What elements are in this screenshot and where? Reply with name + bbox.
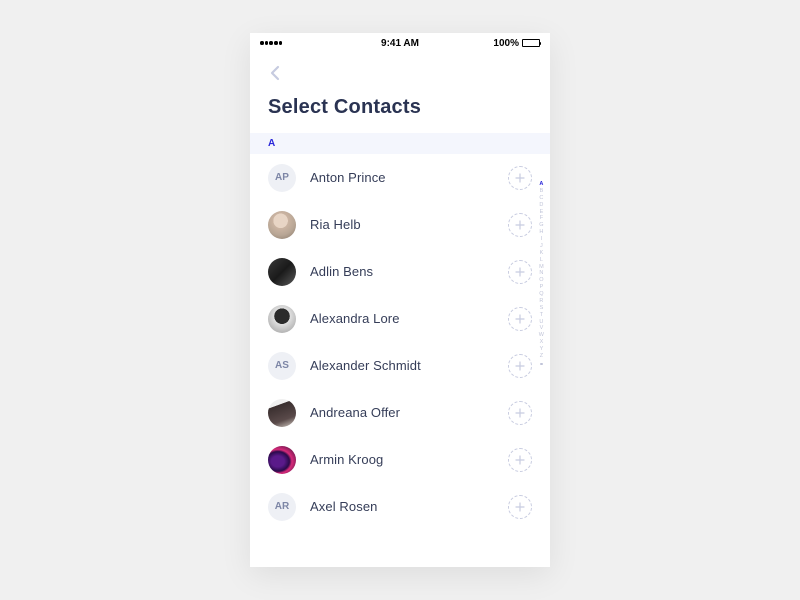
index-letter[interactable]: F	[540, 215, 543, 222]
plus-icon	[515, 361, 525, 371]
add-contact-button[interactable]	[508, 448, 532, 472]
contact-row[interactable]: AS Alexander Schmidt	[268, 342, 532, 389]
index-letter[interactable]: L	[540, 257, 543, 264]
plus-icon	[515, 314, 525, 324]
contact-name: Andreana Offer	[310, 405, 494, 420]
avatar: AP	[268, 164, 296, 192]
index-letter[interactable]: J	[540, 243, 543, 250]
index-letter[interactable]: Q	[539, 291, 543, 298]
contact-name: Alexandra Lore	[310, 311, 494, 326]
avatar	[268, 305, 296, 333]
contact-row[interactable]: Andreana Offer	[268, 389, 532, 436]
add-contact-button[interactable]	[508, 260, 532, 284]
index-letter[interactable]: R	[539, 298, 543, 305]
index-letter[interactable]: Y	[540, 346, 544, 353]
contact-row[interactable]: AR Axel Rosen	[268, 483, 532, 530]
index-letter[interactable]: I	[541, 236, 543, 243]
contact-name: Adlin Bens	[310, 264, 494, 279]
add-contact-button[interactable]	[508, 354, 532, 378]
contacts-list: APAnton PrinceRia HelbAdlin BensAlexandr…	[250, 154, 550, 530]
contact-row[interactable]: Armin Kroog	[268, 436, 532, 483]
index-letter[interactable]: D	[539, 202, 543, 209]
plus-icon	[515, 408, 525, 418]
plus-icon	[515, 267, 525, 277]
contact-name: Armin Kroog	[310, 452, 494, 467]
index-letter[interactable]: W	[539, 332, 544, 339]
index-letter[interactable]: P	[540, 284, 544, 291]
index-letter[interactable]: A	[539, 181, 543, 188]
index-letter[interactable]: E	[540, 209, 544, 216]
index-letter[interactable]: G	[539, 222, 543, 229]
page-title: Select Contacts	[268, 96, 532, 119]
avatar: AS	[268, 352, 296, 380]
signal-dots	[260, 41, 282, 45]
plus-icon	[515, 220, 525, 230]
index-letter[interactable]: S	[540, 305, 544, 312]
contact-name: Alexander Schmidt	[310, 358, 494, 373]
plus-icon	[515, 173, 525, 183]
avatar	[268, 399, 296, 427]
add-contact-button[interactable]	[508, 495, 532, 519]
index-letter[interactable]: X	[540, 339, 544, 346]
plus-icon	[515, 455, 525, 465]
add-contact-button[interactable]	[508, 166, 532, 190]
phone-frame: 9:41 AM 100% Select Contacts A APAnton P…	[250, 33, 550, 567]
status-bar: 9:41 AM 100%	[250, 33, 550, 53]
index-letter[interactable]: K	[540, 250, 544, 257]
index-letter[interactable]: T	[540, 312, 543, 319]
contact-row[interactable]: Adlin Bens	[268, 248, 532, 295]
index-letter[interactable]: V	[540, 325, 544, 332]
index-letter[interactable]: B	[540, 188, 544, 195]
contact-row[interactable]: Alexandra Lore	[268, 295, 532, 342]
index-dot	[540, 363, 543, 366]
back-button[interactable]	[268, 61, 282, 85]
index-letter[interactable]: U	[539, 319, 543, 326]
header: Select Contacts	[250, 53, 550, 133]
battery-icon	[522, 39, 540, 47]
index-letter[interactable]: O	[539, 277, 543, 284]
contact-name: Anton Prince	[310, 170, 494, 185]
contact-row[interactable]: Ria Helb	[268, 201, 532, 248]
plus-icon	[515, 502, 525, 512]
contact-name: Axel Rosen	[310, 499, 494, 514]
status-right: 100%	[493, 38, 540, 49]
contact-name: Ria Helb	[310, 217, 494, 232]
contact-row[interactable]: AP Anton Prince	[268, 154, 532, 201]
add-contact-button[interactable]	[508, 401, 532, 425]
add-contact-button[interactable]	[508, 213, 532, 237]
section-header: A	[250, 133, 550, 154]
battery-percent: 100%	[493, 38, 519, 49]
avatar: AR	[268, 493, 296, 521]
index-letter[interactable]: Z	[540, 353, 543, 360]
avatar	[268, 446, 296, 474]
avatar	[268, 258, 296, 286]
alphabet-index[interactable]: ABCDEFGHIJKLMNOPQRSTUVWXYZ	[539, 181, 544, 365]
index-letter[interactable]: M	[539, 264, 544, 271]
avatar	[268, 211, 296, 239]
chevron-left-icon	[270, 65, 280, 81]
index-letter[interactable]: H	[539, 229, 543, 236]
add-contact-button[interactable]	[508, 307, 532, 331]
index-letter[interactable]: N	[539, 270, 543, 277]
status-time: 9:41 AM	[381, 38, 419, 49]
index-letter[interactable]: C	[539, 195, 543, 202]
